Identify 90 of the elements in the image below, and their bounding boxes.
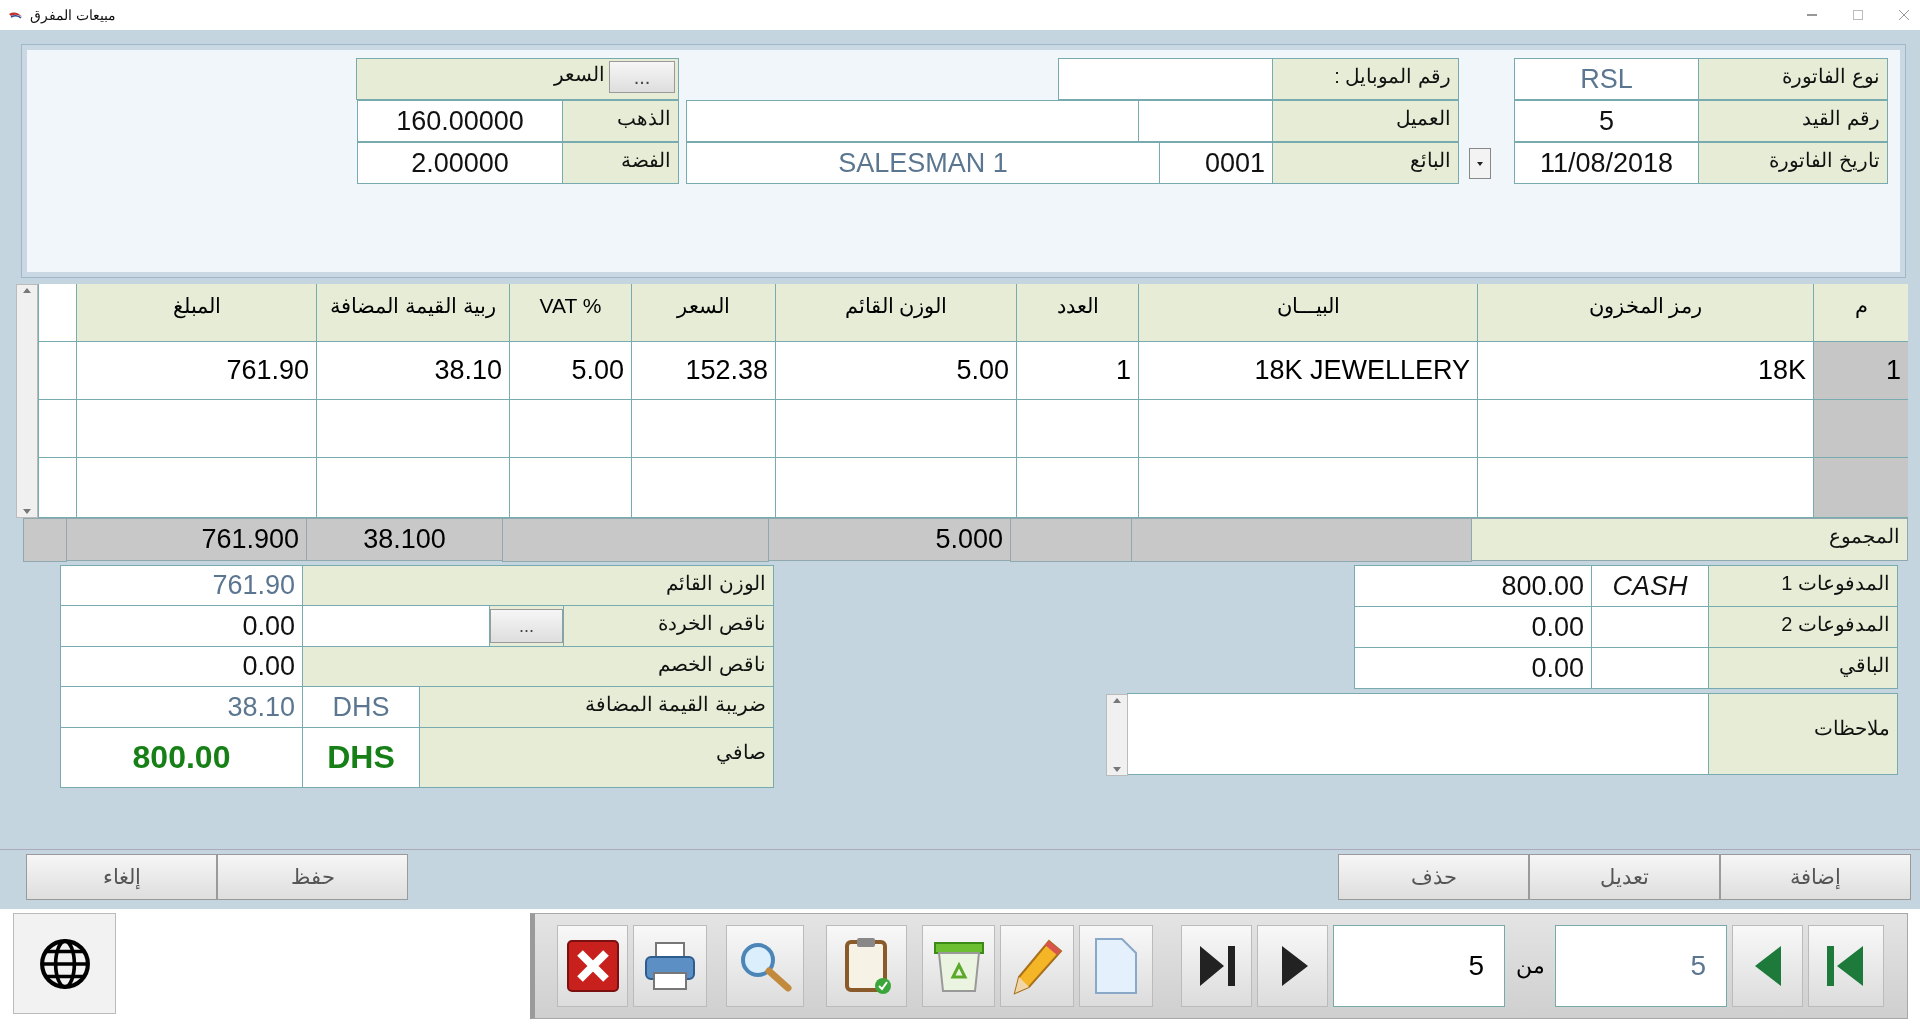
field-label: البائع [1272, 142, 1459, 184]
search-button[interactable] [726, 925, 804, 1007]
action-button[interactable]: إضافة [1720, 854, 1911, 900]
column-header[interactable]: العدد [1016, 284, 1138, 342]
previous-button[interactable] [1732, 925, 1803, 1007]
action-button[interactable]: حذف [1338, 854, 1529, 900]
mobile-field[interactable] [1058, 58, 1273, 100]
field-label: المدفوعات 1 [1708, 565, 1898, 607]
customer-code-field[interactable] [1138, 100, 1273, 142]
text-field[interactable] [302, 605, 490, 647]
dropdown-button[interactable] [1469, 148, 1491, 179]
currency-field[interactable]: DHS [302, 727, 420, 788]
column-header[interactable]: ربية القيمة المضافة [316, 284, 509, 342]
scrollbar[interactable] [1106, 694, 1128, 776]
field-label: صافي [419, 727, 774, 788]
amount-field[interactable]: 0.00 [1354, 647, 1592, 689]
next-button[interactable] [1257, 925, 1328, 1007]
caret-icon [1476, 160, 1484, 167]
window-title: مبيعات المفرق [30, 7, 116, 23]
ellipsis-button[interactable]: ... [609, 61, 675, 93]
field-label: الباقي [1708, 647, 1898, 689]
scrollbar[interactable] [16, 284, 38, 518]
field-label: المدفوعات 2 [1708, 606, 1898, 648]
total-vat: 38.100 [306, 518, 503, 561]
table-cell: 1 [1016, 342, 1138, 400]
notes-label: ملاحظات [1708, 693, 1898, 775]
total-amount: 761.900 [66, 518, 307, 561]
text-field[interactable]: 5 [1514, 100, 1699, 142]
amount-field[interactable]: 800.00 [1354, 565, 1592, 607]
column-header[interactable]: البيـــان [1138, 284, 1477, 342]
last-button[interactable] [1181, 925, 1252, 1007]
column-header[interactable]: VAT % [509, 284, 631, 342]
record-field[interactable]: 5 [1333, 925, 1505, 1007]
printer-icon [642, 939, 698, 993]
column-header[interactable]: م [1813, 284, 1908, 342]
field-label: ناقص الخصم [302, 646, 774, 687]
payment-method-field[interactable]: CASH [1591, 565, 1709, 607]
field-label: رقم القيد [1698, 100, 1888, 142]
column-header[interactable]: المبلغ [76, 284, 316, 342]
net-amount-field[interactable]: 800.00 [60, 727, 303, 788]
table-cell: 5.00 [775, 342, 1016, 400]
ellipsis-button[interactable]: ... [490, 609, 563, 643]
column-header[interactable]: الوزن القائم [775, 284, 1016, 342]
text-field[interactable]: 11/08/2018 [1514, 142, 1699, 184]
rate-field[interactable]: 2.00000 [357, 142, 563, 184]
field-label: رقم الموبايل : [1272, 58, 1459, 100]
table-cell: 18K [1477, 342, 1813, 400]
column-header[interactable]: السعر [631, 284, 775, 342]
field-label: السعر [554, 62, 605, 86]
table-cell: 18K JEWELLERY [1138, 342, 1477, 400]
notes-field[interactable] [1127, 693, 1709, 775]
payment-method-field[interactable] [1591, 647, 1709, 689]
x-icon [564, 938, 621, 994]
rate-field[interactable]: 160.00000 [357, 100, 563, 142]
field-label: تاريخ الفاتورة [1698, 142, 1888, 184]
customer-name-field[interactable] [686, 100, 1139, 142]
action-button[interactable]: إلغاء [26, 854, 217, 900]
field-label: نوع الفاتورة [1698, 58, 1888, 100]
maximize-icon[interactable] [1850, 7, 1866, 23]
globe-button[interactable] [13, 913, 116, 1014]
field-label: ناقص الخردة [563, 605, 774, 647]
edit-button[interactable] [1000, 925, 1074, 1007]
close-icon[interactable] [1896, 7, 1912, 23]
column-header[interactable]: رمز المخزون [1477, 284, 1813, 342]
field-label: الذهب [562, 100, 679, 142]
payment-method-field[interactable] [1591, 606, 1709, 648]
amount-field[interactable]: 0.00 [60, 646, 303, 687]
recycle-button[interactable] [922, 925, 995, 1007]
table-cell: 38.10 [316, 342, 509, 400]
table-cell: 152.38 [631, 342, 775, 400]
of-label: من [1514, 953, 1546, 979]
globe-icon [38, 937, 91, 990]
table-cell: 761.90 [76, 342, 316, 400]
delete-button[interactable] [557, 925, 628, 1007]
action-button[interactable]: تعديل [1529, 854, 1720, 900]
totals-label: المجموع [1471, 518, 1908, 561]
row-number: 1 [1813, 342, 1908, 400]
field-label: ضريبة القيمة المضافة [419, 686, 774, 728]
amount-field[interactable]: 0.00 [60, 605, 303, 647]
new-button[interactable] [1079, 925, 1153, 1007]
amount-field[interactable]: 0.00 [1354, 606, 1592, 648]
table-cell: 5.00 [509, 342, 631, 400]
action-button[interactable]: حفظ [217, 854, 408, 900]
print-button[interactable] [633, 925, 707, 1007]
clipboard-button[interactable] [826, 925, 907, 1007]
field-label: العميل [1272, 100, 1459, 142]
total-weight: 5.000 [768, 518, 1011, 561]
field-label: الفضة [562, 142, 679, 184]
field-label: الوزن القائم [302, 565, 774, 606]
first-button[interactable] [1808, 925, 1884, 1007]
